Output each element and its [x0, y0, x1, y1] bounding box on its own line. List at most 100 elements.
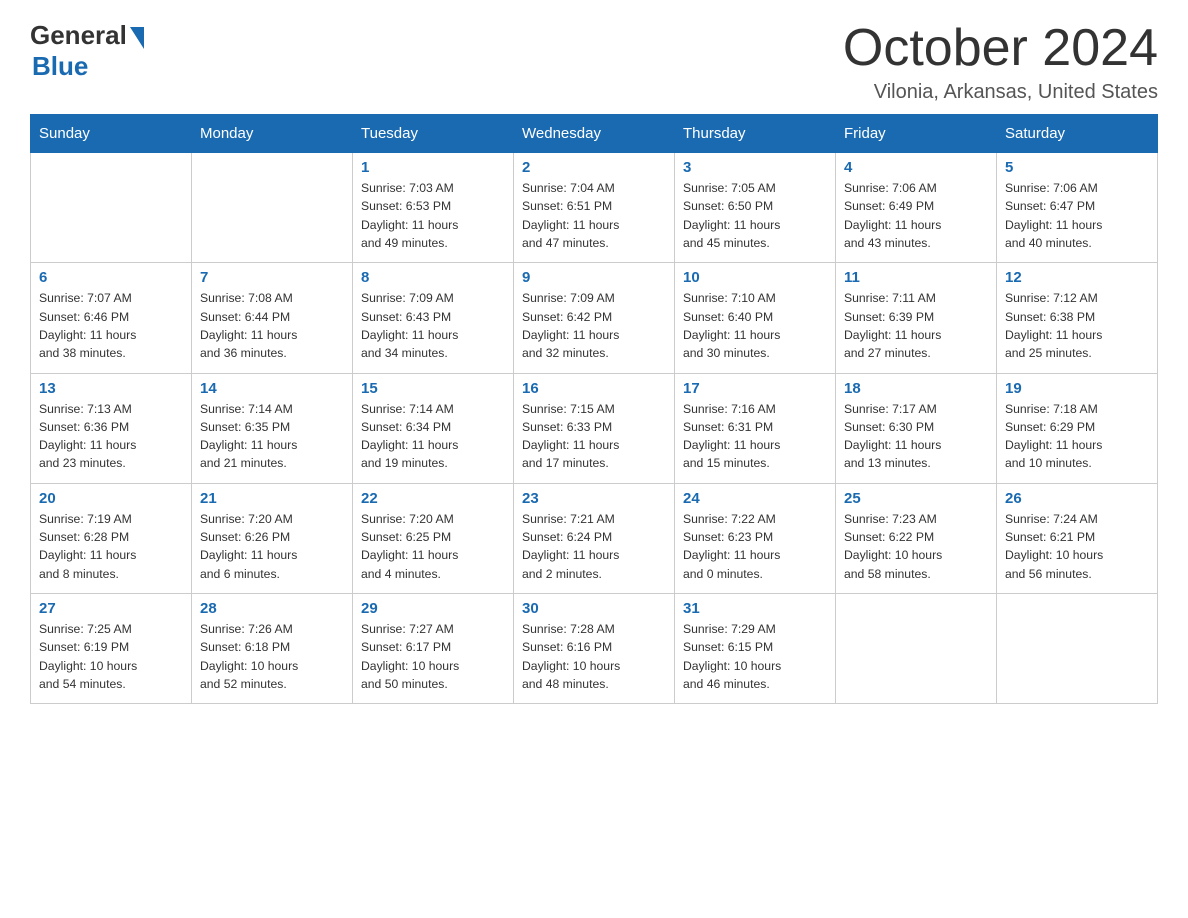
logo-blue-text: Blue [32, 51, 88, 82]
calendar-cell: 23Sunrise: 7:21 AM Sunset: 6:24 PM Dayli… [514, 483, 675, 593]
day-number: 17 [683, 380, 827, 397]
day-number: 29 [361, 600, 505, 617]
day-number: 4 [844, 159, 988, 176]
calendar-day-header: Wednesday [514, 115, 675, 153]
calendar-day-header: Thursday [675, 115, 836, 153]
calendar-cell: 14 Sunrise: 7:14 AM Sunset: 6:35 PM Dayli… [192, 373, 353, 483]
day-number: 26 [1005, 490, 1149, 507]
day-info: Sunrise: 7:15 AM Sunset: 6:33 PM Dayligh… [522, 400, 666, 473]
day-number: 14 [200, 380, 344, 397]
day-info: Sunrise: 7:06 AM Sunset: 6:49 PM Dayligh… [844, 179, 988, 252]
calendar-cell: 18Sunrise: 7:17 AM Sunset: 6:30 PM Dayli… [836, 373, 997, 483]
calendar-week-row: 13 Sunrise: 7:13 AM Sunset: 6:36 PM Dayli… [31, 373, 1158, 483]
calendar-cell: 25Sunrise: 7:23 AM Sunset: 6:22 PM Dayli… [836, 483, 997, 593]
calendar-cell: 21 Sunrise: 7:20 AM Sunset: 6:26 PM Dayli… [192, 483, 353, 593]
day-number: 16 [522, 380, 666, 397]
day-info: Sunrise: 7:14 AM Sunset: 6:35 PM Dayligh… [200, 400, 344, 473]
day-info: Sunrise: 7:28 AM Sunset: 6:16 PM Dayligh… [522, 620, 666, 693]
calendar-week-row: 6 Sunrise: 7:07 AM Sunset: 6:46 PM Daylig… [31, 263, 1158, 373]
day-number: 10 [683, 269, 827, 286]
month-title: October 2024 [843, 20, 1158, 77]
day-number: 15 [361, 380, 505, 397]
day-info: Sunrise: 7:24 AM Sunset: 6:21 PM Dayligh… [1005, 510, 1149, 583]
day-number: 27 [39, 600, 183, 617]
day-number: 13 [39, 380, 183, 397]
calendar-cell: 8Sunrise: 7:09 AM Sunset: 6:43 PM Daylig… [353, 263, 514, 373]
day-info: Sunrise: 7:16 AM Sunset: 6:31 PM Dayligh… [683, 400, 827, 473]
day-info: Sunrise: 7:23 AM Sunset: 6:22 PM Dayligh… [844, 510, 988, 583]
day-info: Sunrise: 7:07 AM Sunset: 6:46 PM Dayligh… [39, 289, 183, 362]
day-number: 6 [39, 269, 183, 286]
day-info: Sunrise: 7:27 AM Sunset: 6:17 PM Dayligh… [361, 620, 505, 693]
day-info: Sunrise: 7:19 AM Sunset: 6:28 PM Dayligh… [39, 510, 183, 583]
page-header: General Blue October 2024 Vilonia, Arkan… [30, 20, 1158, 104]
calendar-cell: 15 Sunrise: 7:14 AM Sunset: 6:34 PM Dayli… [353, 373, 514, 483]
calendar-week-row: 20 Sunrise: 7:19 AM Sunset: 6:28 PM Dayli… [31, 483, 1158, 593]
day-info: Sunrise: 7:20 AM Sunset: 6:26 PM Dayligh… [200, 510, 344, 583]
calendar-cell: 27 Sunrise: 7:25 AM Sunset: 6:19 PM Dayli… [31, 593, 192, 703]
calendar-cell: 2 Sunrise: 7:04 AM Sunset: 6:51 PM Daylig… [514, 153, 675, 263]
calendar-cell [192, 153, 353, 263]
day-number: 11 [844, 269, 988, 286]
day-number: 21 [200, 490, 344, 507]
calendar-day-header: Tuesday [353, 115, 514, 153]
calendar-cell: 16 Sunrise: 7:15 AM Sunset: 6:33 PM Dayli… [514, 373, 675, 483]
calendar-cell: 29 Sunrise: 7:27 AM Sunset: 6:17 PM Dayli… [353, 593, 514, 703]
calendar-cell: 20 Sunrise: 7:19 AM Sunset: 6:28 PM Dayli… [31, 483, 192, 593]
day-info: Sunrise: 7:18 AM Sunset: 6:29 PM Dayligh… [1005, 400, 1149, 473]
calendar-body: 1Sunrise: 7:03 AM Sunset: 6:53 PM Daylig… [31, 153, 1158, 704]
day-number: 5 [1005, 159, 1149, 176]
day-info: Sunrise: 7:11 AM Sunset: 6:39 PM Dayligh… [844, 289, 988, 362]
calendar-cell: 5 Sunrise: 7:06 AM Sunset: 6:47 PM Daylig… [997, 153, 1158, 263]
day-number: 2 [522, 159, 666, 176]
day-number: 28 [200, 600, 344, 617]
calendar-cell: 31Sunrise: 7:29 AM Sunset: 6:15 PM Dayli… [675, 593, 836, 703]
day-number: 20 [39, 490, 183, 507]
calendar-cell: 7 Sunrise: 7:08 AM Sunset: 6:44 PM Daylig… [192, 263, 353, 373]
day-info: Sunrise: 7:05 AM Sunset: 6:50 PM Dayligh… [683, 179, 827, 252]
calendar-week-row: 27 Sunrise: 7:25 AM Sunset: 6:19 PM Dayli… [31, 593, 1158, 703]
day-number: 3 [683, 159, 827, 176]
calendar-table: SundayMondayTuesdayWednesdayThursdayFrid… [30, 114, 1158, 704]
day-info: Sunrise: 7:09 AM Sunset: 6:43 PM Dayligh… [361, 289, 505, 362]
day-info: Sunrise: 7:14 AM Sunset: 6:34 PM Dayligh… [361, 400, 505, 473]
calendar-cell: 11 Sunrise: 7:11 AM Sunset: 6:39 PM Dayli… [836, 263, 997, 373]
calendar-cell: 30 Sunrise: 7:28 AM Sunset: 6:16 PM Dayli… [514, 593, 675, 703]
day-number: 9 [522, 269, 666, 286]
day-info: Sunrise: 7:26 AM Sunset: 6:18 PM Dayligh… [200, 620, 344, 693]
calendar-day-header: Saturday [997, 115, 1158, 153]
title-section: October 2024 Vilonia, Arkansas, United S… [843, 20, 1158, 104]
day-number: 7 [200, 269, 344, 286]
calendar-cell: 12Sunrise: 7:12 AM Sunset: 6:38 PM Dayli… [997, 263, 1158, 373]
day-info: Sunrise: 7:10 AM Sunset: 6:40 PM Dayligh… [683, 289, 827, 362]
calendar-cell: 13 Sunrise: 7:13 AM Sunset: 6:36 PM Dayli… [31, 373, 192, 483]
calendar-cell: 26 Sunrise: 7:24 AM Sunset: 6:21 PM Dayli… [997, 483, 1158, 593]
day-info: Sunrise: 7:25 AM Sunset: 6:19 PM Dayligh… [39, 620, 183, 693]
day-info: Sunrise: 7:29 AM Sunset: 6:15 PM Dayligh… [683, 620, 827, 693]
day-info: Sunrise: 7:06 AM Sunset: 6:47 PM Dayligh… [1005, 179, 1149, 252]
day-info: Sunrise: 7:12 AM Sunset: 6:38 PM Dayligh… [1005, 289, 1149, 362]
calendar-week-row: 1Sunrise: 7:03 AM Sunset: 6:53 PM Daylig… [31, 153, 1158, 263]
day-number: 24 [683, 490, 827, 507]
calendar-cell: 4 Sunrise: 7:06 AM Sunset: 6:49 PM Daylig… [836, 153, 997, 263]
day-info: Sunrise: 7:13 AM Sunset: 6:36 PM Dayligh… [39, 400, 183, 473]
calendar-cell: 19 Sunrise: 7:18 AM Sunset: 6:29 PM Dayli… [997, 373, 1158, 483]
day-info: Sunrise: 7:20 AM Sunset: 6:25 PM Dayligh… [361, 510, 505, 583]
day-number: 23 [522, 490, 666, 507]
day-number: 30 [522, 600, 666, 617]
day-number: 22 [361, 490, 505, 507]
calendar-cell: 24Sunrise: 7:22 AM Sunset: 6:23 PM Dayli… [675, 483, 836, 593]
calendar-day-header: Friday [836, 115, 997, 153]
calendar-day-header: Monday [192, 115, 353, 153]
calendar-cell: 28 Sunrise: 7:26 AM Sunset: 6:18 PM Dayli… [192, 593, 353, 703]
calendar-cell [31, 153, 192, 263]
calendar-cell [836, 593, 997, 703]
day-number: 1 [361, 159, 505, 176]
day-info: Sunrise: 7:04 AM Sunset: 6:51 PM Dayligh… [522, 179, 666, 252]
day-info: Sunrise: 7:09 AM Sunset: 6:42 PM Dayligh… [522, 289, 666, 362]
day-number: 19 [1005, 380, 1149, 397]
calendar-cell: 22 Sunrise: 7:20 AM Sunset: 6:25 PM Dayli… [353, 483, 514, 593]
calendar-cell: 9 Sunrise: 7:09 AM Sunset: 6:42 PM Daylig… [514, 263, 675, 373]
day-info: Sunrise: 7:08 AM Sunset: 6:44 PM Dayligh… [200, 289, 344, 362]
logo-arrow-icon [130, 27, 144, 49]
